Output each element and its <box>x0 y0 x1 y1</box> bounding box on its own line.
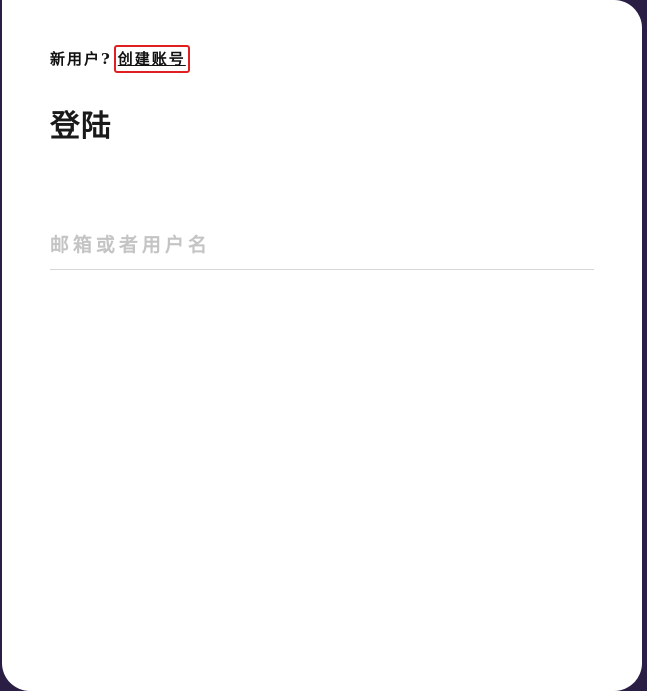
create-account-link[interactable]: 创建账号 <box>113 45 190 73</box>
username-field-container <box>50 226 594 270</box>
login-card: 新用户? 创建账号 登陆 <box>2 0 642 691</box>
new-user-prompt: 新用户? <box>50 50 112 68</box>
email-or-username-input[interactable] <box>50 226 594 264</box>
page-title: 登陆 <box>50 109 112 144</box>
signup-row: 新用户? 创建账号 <box>50 45 190 73</box>
